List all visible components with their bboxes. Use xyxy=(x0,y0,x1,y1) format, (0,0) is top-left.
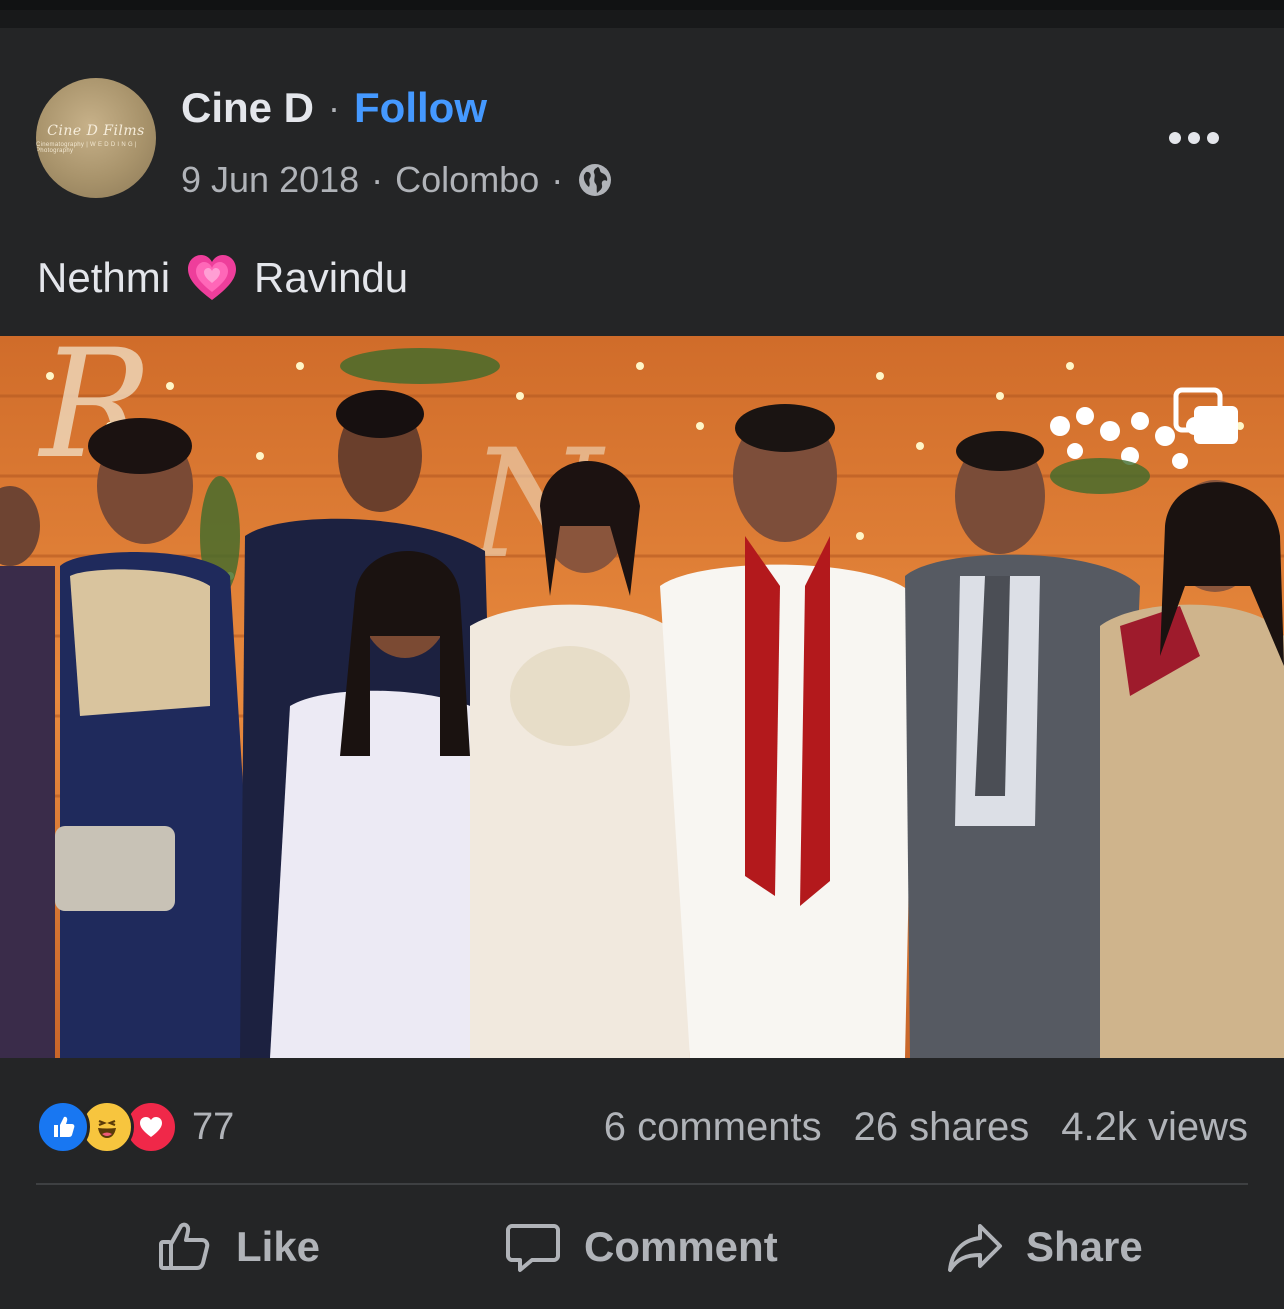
post-photo[interactable]: R N xyxy=(0,336,1284,1058)
follow-button[interactable]: Follow xyxy=(354,84,487,132)
multi-photo-icon[interactable] xyxy=(1172,386,1242,448)
avatar-logo-text: Cine D Films xyxy=(47,122,145,139)
more-options-button[interactable] xyxy=(1164,118,1224,158)
separator-dot: · xyxy=(328,87,341,128)
comment-button[interactable]: Comment xyxy=(504,1214,778,1280)
caption-text: Nethmi xyxy=(37,254,171,301)
share-label: Share xyxy=(1026,1223,1143,1270)
growing-heart-emoji-icon xyxy=(184,250,240,306)
caption-text: Ravindu xyxy=(254,254,409,301)
like-label: Like xyxy=(236,1223,321,1270)
separator-dot: · xyxy=(371,159,384,200)
post-caption: Nethmi Ravindu xyxy=(37,248,408,308)
share-button[interactable]: Share xyxy=(946,1214,1143,1280)
more-options-icon xyxy=(1188,132,1200,144)
share-arrow-icon xyxy=(948,1224,1002,1272)
like-reaction-icon xyxy=(36,1100,90,1154)
reaction-count: 77 xyxy=(192,1105,235,1148)
divider xyxy=(36,1183,1248,1185)
comment-label: Comment xyxy=(584,1223,778,1270)
more-options-icon xyxy=(1169,132,1181,144)
views-count[interactable]: 4.2k views xyxy=(1061,1105,1248,1150)
separator-dot: · xyxy=(551,159,564,200)
engagement-stats: 6 comments 26 shares 4.2k views xyxy=(604,1102,1248,1152)
author-line: Cine D · Follow xyxy=(181,80,487,136)
avatar[interactable]: Cine D Films Cinematography | W E D D I … xyxy=(36,78,156,198)
comment-bubble-icon xyxy=(506,1224,560,1272)
comments-count[interactable]: 6 comments xyxy=(604,1105,822,1150)
post-meta: 9 Jun 2018 · Colombo · xyxy=(181,156,613,204)
shares-count[interactable]: 26 shares xyxy=(854,1105,1030,1150)
post-date[interactable]: 9 Jun 2018 xyxy=(181,159,359,201)
like-button[interactable]: Like xyxy=(156,1214,320,1280)
author-name[interactable]: Cine D xyxy=(181,84,314,132)
top-strip xyxy=(0,0,1284,10)
thumbs-up-icon xyxy=(159,1222,210,1270)
post-location[interactable]: Colombo xyxy=(395,159,539,201)
reaction-summary[interactable]: 77 xyxy=(36,1100,234,1154)
more-options-icon xyxy=(1207,132,1219,144)
avatar-logo-subtext: Cinematography | W E D D I N G | Photogr… xyxy=(36,141,137,154)
globe-icon xyxy=(577,162,613,198)
